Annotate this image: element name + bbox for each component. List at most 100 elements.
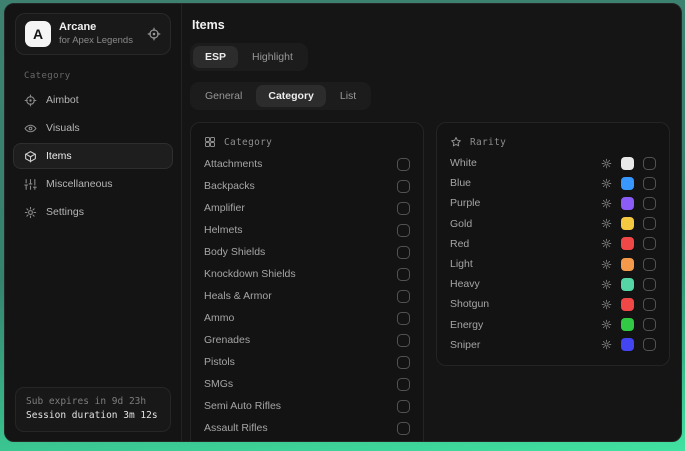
sidebar-item-settings[interactable]: Settings (13, 199, 173, 225)
color-swatch[interactable] (621, 157, 634, 170)
checkbox[interactable] (397, 422, 410, 435)
checkbox[interactable] (397, 312, 410, 325)
checkbox[interactable] (643, 338, 656, 351)
app-subtitle: for Apex Legends (59, 35, 133, 47)
color-swatch[interactable] (621, 197, 634, 210)
rarity-label: Blue (450, 177, 471, 189)
tab-category[interactable]: Category (256, 85, 326, 107)
sidebar-item-aimbot[interactable]: Aimbot (13, 87, 173, 113)
category-list: Attachments Backpacks Amplifier Helmets … (204, 153, 410, 442)
checkbox[interactable] (643, 237, 656, 250)
color-swatch[interactable] (621, 318, 634, 331)
checkbox[interactable] (643, 318, 656, 331)
gear-icon[interactable] (601, 319, 612, 330)
category-label: Backpacks (204, 180, 255, 192)
crosshair-icon (24, 94, 37, 107)
category-row: Grenades (204, 329, 410, 351)
rarity-label: Shotgun (450, 298, 489, 310)
category-row: Body Shields (204, 241, 410, 263)
sidebar-item-visuals[interactable]: Visuals (13, 115, 173, 141)
toggle-highlight[interactable]: Highlight (240, 46, 305, 68)
gear-icon[interactable] (601, 158, 612, 169)
category-row: Pistols (204, 351, 410, 373)
category-row: LMGs (204, 439, 410, 442)
category-row: Heals & Armor (204, 285, 410, 307)
checkbox[interactable] (643, 278, 656, 291)
gear-icon[interactable] (601, 218, 612, 229)
rarity-label: White (450, 157, 477, 169)
toggle-esp[interactable]: ESP (193, 46, 238, 68)
sidebar-item-label: Items (46, 150, 72, 162)
rarity-row: Gold (450, 214, 656, 234)
checkbox[interactable] (397, 334, 410, 347)
rarity-controls (601, 237, 656, 250)
category-label: Assault Rifles (204, 422, 268, 434)
tab-bar: GeneralCategoryList (190, 82, 371, 110)
checkbox[interactable] (397, 246, 410, 259)
color-swatch[interactable] (621, 177, 634, 190)
tab-general[interactable]: General (193, 85, 254, 107)
checkbox[interactable] (397, 268, 410, 281)
category-row: Amplifier (204, 197, 410, 219)
sidebar-item-items[interactable]: Items (13, 143, 173, 169)
app-logo: A (25, 21, 51, 47)
gear-icon[interactable] (601, 299, 612, 310)
gear-icon[interactable] (601, 238, 612, 249)
rarity-row: Energy (450, 315, 656, 335)
checkbox[interactable] (643, 258, 656, 271)
category-label: Pistols (204, 356, 235, 368)
color-swatch[interactable] (621, 217, 634, 230)
checkbox[interactable] (397, 202, 410, 215)
panels-row: Category Attachments Backpacks Amplifier… (190, 122, 670, 442)
gear-icon[interactable] (601, 339, 612, 350)
category-label: Attachments (204, 158, 262, 170)
color-swatch[interactable] (621, 298, 634, 311)
rarity-label: Heavy (450, 278, 480, 290)
gear-icon[interactable] (601, 198, 612, 209)
checkbox[interactable] (397, 400, 410, 413)
category-label: Body Shields (204, 246, 265, 258)
rarity-controls (601, 197, 656, 210)
page-title: Items (192, 18, 670, 32)
checkbox[interactable] (643, 217, 656, 230)
checkbox[interactable] (643, 177, 656, 190)
tab-list[interactable]: List (328, 85, 368, 107)
rarity-row: Purple (450, 193, 656, 213)
sidebar-section-label: Category (24, 71, 181, 81)
category-row: SMGs (204, 373, 410, 395)
color-swatch[interactable] (621, 258, 634, 271)
eye-icon (24, 122, 37, 135)
category-panel: Category Attachments Backpacks Amplifier… (190, 122, 424, 442)
color-swatch[interactable] (621, 278, 634, 291)
category-label: Amplifier (204, 202, 245, 214)
rarity-controls (601, 157, 656, 170)
sidebar-item-miscellaneous[interactable]: Miscellaneous (13, 171, 173, 197)
crosshair-icon[interactable] (147, 27, 161, 41)
rarity-controls (601, 217, 656, 230)
gear-icon (24, 206, 37, 219)
color-swatch[interactable] (621, 237, 634, 250)
gear-icon[interactable] (601, 178, 612, 189)
checkbox[interactable] (643, 197, 656, 210)
mode-toggle-group: ESPHighlight (190, 43, 308, 71)
sidebar: A Arcane for Apex Legends Category Aimbo… (5, 4, 182, 441)
category-row: Backpacks (204, 175, 410, 197)
gear-icon[interactable] (601, 259, 612, 270)
rarity-row: Light (450, 254, 656, 274)
gear-icon[interactable] (601, 279, 612, 290)
color-swatch[interactable] (621, 338, 634, 351)
checkbox[interactable] (397, 180, 410, 193)
checkbox[interactable] (397, 290, 410, 303)
checkbox[interactable] (397, 356, 410, 369)
checkbox[interactable] (643, 157, 656, 170)
checkbox[interactable] (397, 378, 410, 391)
checkbox[interactable] (397, 158, 410, 171)
rarity-row: Shotgun (450, 294, 656, 314)
checkbox[interactable] (397, 224, 410, 237)
app-name: Arcane (59, 21, 133, 35)
rarity-panel: Rarity White Blue Purple Gold (436, 122, 670, 366)
rarity-row: Blue (450, 173, 656, 193)
rarity-label: Purple (450, 197, 480, 209)
rarity-label: Sniper (450, 339, 480, 351)
checkbox[interactable] (643, 298, 656, 311)
